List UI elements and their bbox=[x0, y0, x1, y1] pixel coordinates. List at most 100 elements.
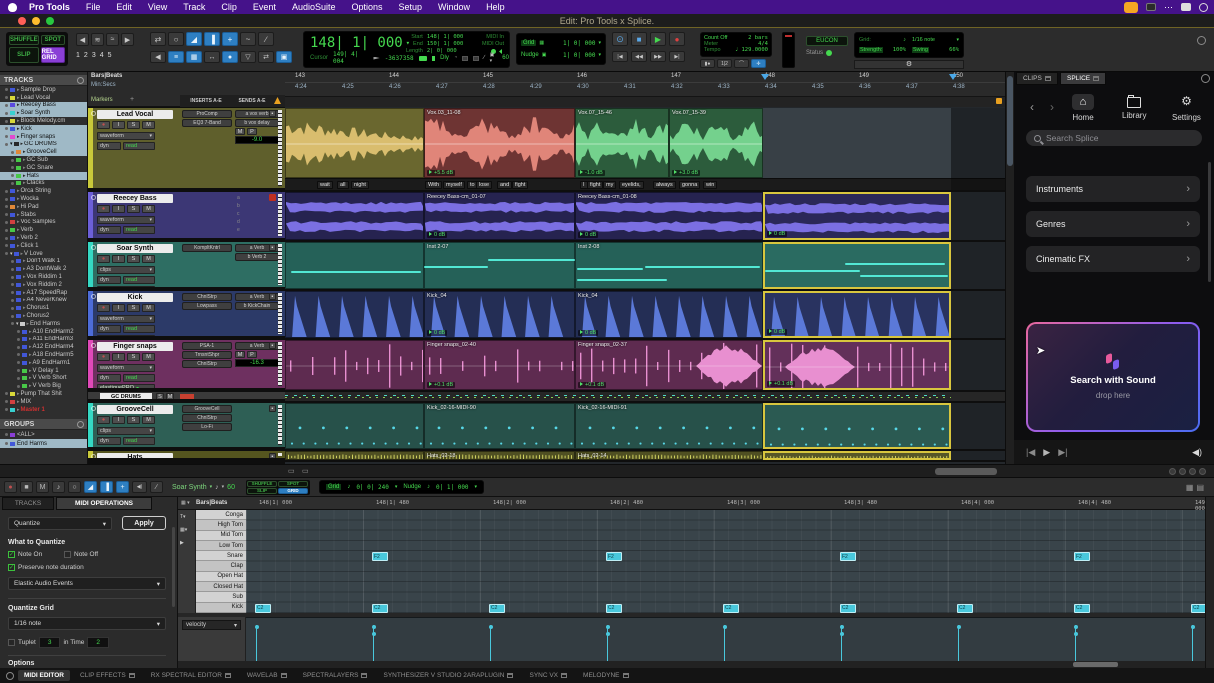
track-show-dot[interactable] bbox=[5, 120, 8, 123]
bottom-tab-spectralayers[interactable]: SPECTRALAYERS bbox=[297, 670, 374, 681]
lyric-marker[interactable]: all bbox=[337, 181, 349, 189]
automation-mode-select[interactable]: read bbox=[123, 437, 155, 445]
input-button[interactable]: I bbox=[112, 353, 125, 361]
edit-mode-slip[interactable]: SLIP bbox=[9, 47, 39, 63]
mirrored-editing-icon[interactable]: ▦ bbox=[186, 51, 202, 63]
velocity-handle[interactable] bbox=[606, 625, 610, 629]
solo-button[interactable]: S bbox=[127, 353, 140, 361]
track-list-item[interactable]: ▸Vox Riddim 1 bbox=[0, 273, 87, 281]
note-value[interactable]: 1/16 note bbox=[912, 37, 935, 43]
audio-clip[interactable]: Kick_02-16-MIDI-91 bbox=[575, 403, 763, 449]
velocity-handle-2[interactable] bbox=[1074, 632, 1078, 636]
track-list-item[interactable]: ▸A18 EndHarm5 bbox=[0, 351, 87, 359]
audio-clip[interactable]: Finger snaps_02-37+0.1 dB bbox=[575, 340, 763, 390]
track-open-icon[interactable] bbox=[91, 343, 96, 348]
edit-window-views-icon[interactable]: ▣ bbox=[276, 51, 292, 63]
play-button[interactable]: ▶ bbox=[650, 32, 666, 46]
track-show-dot[interactable] bbox=[5, 408, 8, 411]
track-list-item[interactable]: ▸A10 EndHarm2 bbox=[0, 328, 87, 336]
control-center-icon[interactable] bbox=[1199, 3, 1208, 12]
mute-button[interactable]: M bbox=[142, 416, 155, 424]
track-show-dot[interactable] bbox=[5, 198, 8, 201]
toolbar-menu-icon[interactable] bbox=[1197, 36, 1206, 45]
audio-clip[interactable]: Vox.07_15-46-1.0 dB bbox=[575, 108, 669, 178]
track-show-dot[interactable] bbox=[5, 104, 8, 107]
track-header-gc-drums[interactable]: GC DRUMSSM bbox=[88, 392, 285, 401]
expand-icon[interactable]: ▾ bbox=[10, 141, 13, 147]
track-show-dot[interactable] bbox=[11, 307, 14, 310]
velocity-stem[interactable] bbox=[373, 625, 374, 661]
automation-mode-select[interactable]: read bbox=[123, 226, 155, 234]
lyric-marker[interactable]: myself bbox=[443, 181, 465, 189]
midi-note-kick[interactable]: C2 bbox=[372, 604, 388, 613]
edit-mode-spot[interactable]: SPOT bbox=[41, 35, 65, 45]
group-mute-button[interactable]: M bbox=[166, 393, 174, 400]
track-show-dot[interactable] bbox=[11, 299, 14, 302]
automation-mode-select[interactable]: read bbox=[123, 276, 155, 284]
track-list-item[interactable]: ▸V Verb Big bbox=[0, 382, 87, 390]
grabber-tool[interactable]: + bbox=[116, 481, 129, 493]
panel-menu-icon[interactable] bbox=[1201, 74, 1210, 83]
session-warning-icon[interactable] bbox=[274, 97, 281, 104]
menu-item-track[interactable]: Track bbox=[175, 2, 213, 12]
link-timeline-icon[interactable]: ⇄ bbox=[150, 32, 166, 46]
drum-row-snare[interactable]: Snare bbox=[196, 551, 246, 561]
send-pan-button[interactable]: P bbox=[247, 351, 257, 358]
track-list-item[interactable]: ▸A9 EndHarm1 bbox=[0, 359, 87, 367]
send-slot[interactable]: b vox delay bbox=[235, 119, 279, 127]
track-name-box[interactable]: Finger snaps bbox=[97, 342, 173, 351]
velocity-handle[interactable] bbox=[372, 625, 376, 629]
audio-clip[interactable]: Kick_040 dB bbox=[575, 291, 763, 338]
midi-note-snare[interactable]: F2 bbox=[840, 552, 856, 561]
edit-mode-rel-grid[interactable]: REL GRID bbox=[41, 47, 65, 63]
track-view-select[interactable]: waveform▾ bbox=[97, 216, 155, 224]
selection-start-marker[interactable] bbox=[761, 74, 769, 80]
track-list-item[interactable]: ▾▸GC DRUMS bbox=[0, 141, 87, 149]
track-open-icon[interactable] bbox=[91, 195, 96, 200]
midi-note-snare[interactable]: F2 bbox=[606, 552, 622, 561]
menu-item-setup[interactable]: Setup bbox=[391, 2, 431, 12]
audio-clip[interactable] bbox=[285, 340, 424, 390]
audio-clip[interactable]: Kick_040 dB bbox=[424, 291, 575, 338]
mute-button[interactable]: M bbox=[142, 121, 155, 129]
track-list-item[interactable]: ▸Orca String bbox=[0, 187, 87, 195]
track-show-dot[interactable] bbox=[11, 276, 14, 279]
drum-row-open-hat[interactable]: Open Hat bbox=[196, 572, 246, 582]
menu-item-window[interactable]: Window bbox=[430, 2, 478, 12]
automation-mode-select[interactable]: read bbox=[123, 142, 155, 150]
scrub-tool[interactable]: ~ bbox=[240, 32, 256, 46]
lyric-marker[interactable]: my bbox=[603, 181, 616, 189]
automation-dyn-select[interactable]: dyn bbox=[97, 226, 121, 234]
selector-tool[interactable]: ▐ bbox=[204, 32, 220, 46]
drum-row-conga[interactable]: Conga bbox=[196, 510, 246, 520]
tab-splice[interactable]: SPLICE bbox=[1060, 72, 1106, 85]
track-solo-button[interactable]: ■ bbox=[20, 481, 33, 493]
drum-row-mid-tom[interactable]: Mid Tom bbox=[196, 531, 246, 541]
splice-library-nav[interactable]: Library bbox=[1122, 94, 1146, 120]
midi-tab-midi-operations[interactable]: MIDI OPERATIONS bbox=[56, 497, 152, 510]
track-show-dot[interactable] bbox=[5, 112, 8, 115]
midi-horizontal-scrollbar[interactable] bbox=[178, 661, 1205, 668]
lane-reecey-bass[interactable]: Reecey Bass-cm_01-070 dBReecey Bass-cm_0… bbox=[285, 192, 1005, 240]
markers-ruler-label[interactable]: Markers bbox=[91, 97, 113, 103]
midi-note-kick[interactable]: C2 bbox=[606, 604, 622, 613]
more-menu-icon[interactable]: ⋯ bbox=[1164, 3, 1173, 11]
record-arm-button[interactable]: ● bbox=[97, 416, 110, 424]
insert-slot[interactable]: ProComp bbox=[182, 110, 232, 118]
bottom-tab-synthesizer-v-studio-2araplugin[interactable]: SYNTHESIZER V STUDIO 2ARAPLUGIN bbox=[377, 670, 519, 681]
track-record-button[interactable]: ● bbox=[4, 481, 17, 493]
insert-slot[interactable]: PSA-1 bbox=[182, 342, 232, 350]
track-list-item[interactable]: ▸V Verb Short bbox=[0, 374, 87, 382]
mic-active-indicator-icon[interactable] bbox=[1124, 2, 1138, 13]
bottom-tab-midi-editor[interactable]: MIDI EDITOR bbox=[18, 670, 70, 681]
play-icon[interactable]: ▶ bbox=[180, 540, 184, 546]
stop-button[interactable]: ■ bbox=[631, 32, 647, 46]
track-show-dot[interactable] bbox=[5, 392, 8, 395]
track-list-item[interactable]: ▸Pump That Shit bbox=[0, 390, 87, 398]
edit-zoom-button-2[interactable] bbox=[1179, 468, 1186, 475]
audio-clip[interactable] bbox=[285, 403, 424, 449]
track-list-item[interactable]: ▾▸V Love bbox=[0, 250, 87, 258]
track-list-item[interactable]: ▸Verb bbox=[0, 226, 87, 234]
grabber-tool[interactable]: + bbox=[222, 32, 238, 46]
track-list-item[interactable]: ▾▸End Harms bbox=[0, 320, 87, 328]
